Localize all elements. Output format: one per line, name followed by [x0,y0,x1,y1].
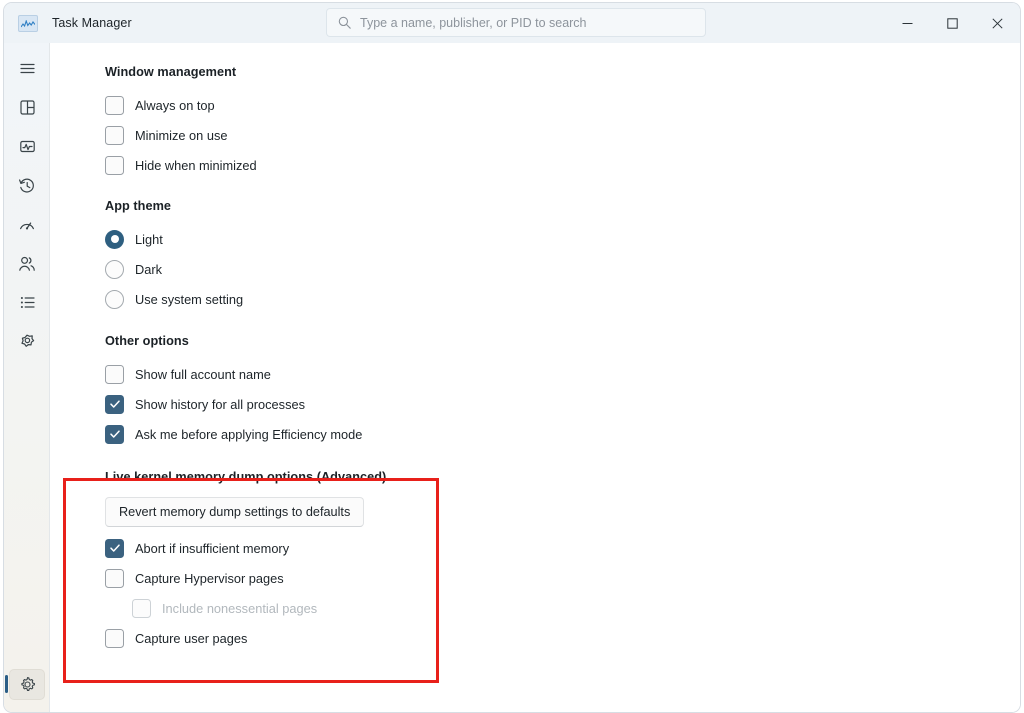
hamburger-menu-icon [19,60,36,77]
checkbox-show-full-account-name[interactable]: Show full account name [105,359,1021,389]
minimize-button[interactable] [885,3,930,43]
settings-content: Window management Always on top [50,43,1021,713]
group-title-live-kernel-dump: Live kernel memory dump options (Advance… [105,470,1021,484]
navigation-toggle[interactable] [4,49,50,88]
checkbox-box[interactable] [105,395,124,414]
task-manager-window: Task Manager [3,2,1021,713]
checkbox-abort-if-insufficient-memory[interactable]: Abort if insufficient memory [105,533,1021,563]
sidebar-item-settings[interactable] [4,665,50,704]
radio-theme-light[interactable]: Light [105,224,1021,254]
sidebar-item-app-history[interactable] [4,166,50,205]
minimize-icon [902,18,913,29]
sidebar-item-users[interactable] [4,244,50,283]
checkbox-label: Show history for all processes [135,397,305,412]
radio-button[interactable] [105,230,124,249]
checkbox-box[interactable] [105,96,124,115]
sidebar-item-performance[interactable] [4,127,50,166]
checkbox-hide-when-minimized[interactable]: Hide when minimized [105,150,1021,180]
performance-icon [19,138,36,155]
checkbox-label: Capture user pages [135,631,247,646]
checkbox-box[interactable] [105,539,124,558]
settings-page: Window management Always on top [50,43,1021,653]
details-icon [19,294,36,311]
radio-button[interactable] [105,290,124,309]
checkbox-box[interactable] [105,569,124,588]
checkbox-label: Show full account name [135,367,271,382]
checkbox-minimize-on-use[interactable]: Minimize on use [105,120,1021,150]
group-title-window-management: Window management [105,65,1021,79]
sidebar-item-startup-apps[interactable] [4,205,50,244]
maximize-button[interactable] [930,3,975,43]
search-icon [338,16,351,29]
search-box[interactable] [326,8,706,37]
sidebar-item-processes[interactable] [4,88,50,127]
radio-button[interactable] [105,260,124,279]
radio-theme-dark[interactable]: Dark [105,254,1021,284]
group-title-other-options: Other options [105,334,1021,348]
processes-icon [19,99,36,116]
checkbox-include-nonessential-pages: Include nonessential pages [132,593,1021,623]
checkbox-label: Capture Hypervisor pages [135,571,284,586]
check-icon [109,542,121,554]
group-live-kernel-dump: Live kernel memory dump options (Advance… [105,470,1021,653]
task-manager-icon [18,15,38,32]
checkbox-ask-before-efficiency-mode[interactable]: Ask me before applying Efficiency mode [105,419,1021,449]
title-bar: Task Manager [4,3,1020,43]
checkbox-always-on-top[interactable]: Always on top [105,90,1021,120]
users-icon [18,255,36,273]
checkbox-label: Hide when minimized [135,158,257,173]
radio-label: Dark [135,262,162,277]
group-app-theme: App theme Light Dark [105,199,1021,314]
checkbox-label: Ask me before applying Efficiency mode [135,427,362,442]
window-title: Task Manager [52,16,132,30]
radio-dot [111,235,119,243]
close-icon [992,18,1003,29]
search-input[interactable] [360,16,697,30]
checkbox-box[interactable] [105,629,124,648]
checkbox-box[interactable] [105,425,124,444]
checkbox-box[interactable] [105,156,124,175]
revert-memory-dump-settings-button[interactable]: Revert memory dump settings to defaults [105,497,364,527]
startup-apps-icon [18,216,36,234]
maximize-icon [947,18,958,29]
close-button[interactable] [975,3,1020,43]
checkbox-box[interactable] [105,126,124,145]
checkbox-label: Include nonessential pages [162,601,317,616]
checkbox-box [132,599,151,618]
group-window-management: Window management Always on top [105,65,1021,180]
sidebar-item-details[interactable] [4,283,50,322]
checkbox-capture-hypervisor-pages[interactable]: Capture Hypervisor pages [105,563,1021,593]
window-controls [885,3,1020,43]
checkbox-box[interactable] [105,365,124,384]
sidebar [4,43,50,713]
radio-label: Light [135,232,163,247]
gear-icon [19,676,36,693]
checkbox-label: Always on top [135,98,215,113]
app-icon-glyph [21,20,35,29]
checkbox-label: Abort if insufficient memory [135,541,289,556]
radio-label: Use system setting [135,292,243,307]
radio-theme-system[interactable]: Use system setting [105,284,1021,314]
check-icon [109,398,121,410]
checkbox-show-history-all-processes[interactable]: Show history for all processes [105,389,1021,419]
group-other-options: Other options Show full account name [105,334,1021,449]
app-history-icon [18,177,36,195]
group-title-app-theme: App theme [105,199,1021,213]
checkbox-label: Minimize on use [135,128,227,143]
check-icon [109,428,121,440]
checkbox-capture-user-pages[interactable]: Capture user pages [105,623,1021,653]
sidebar-item-services[interactable] [4,322,50,361]
services-icon [18,333,36,351]
